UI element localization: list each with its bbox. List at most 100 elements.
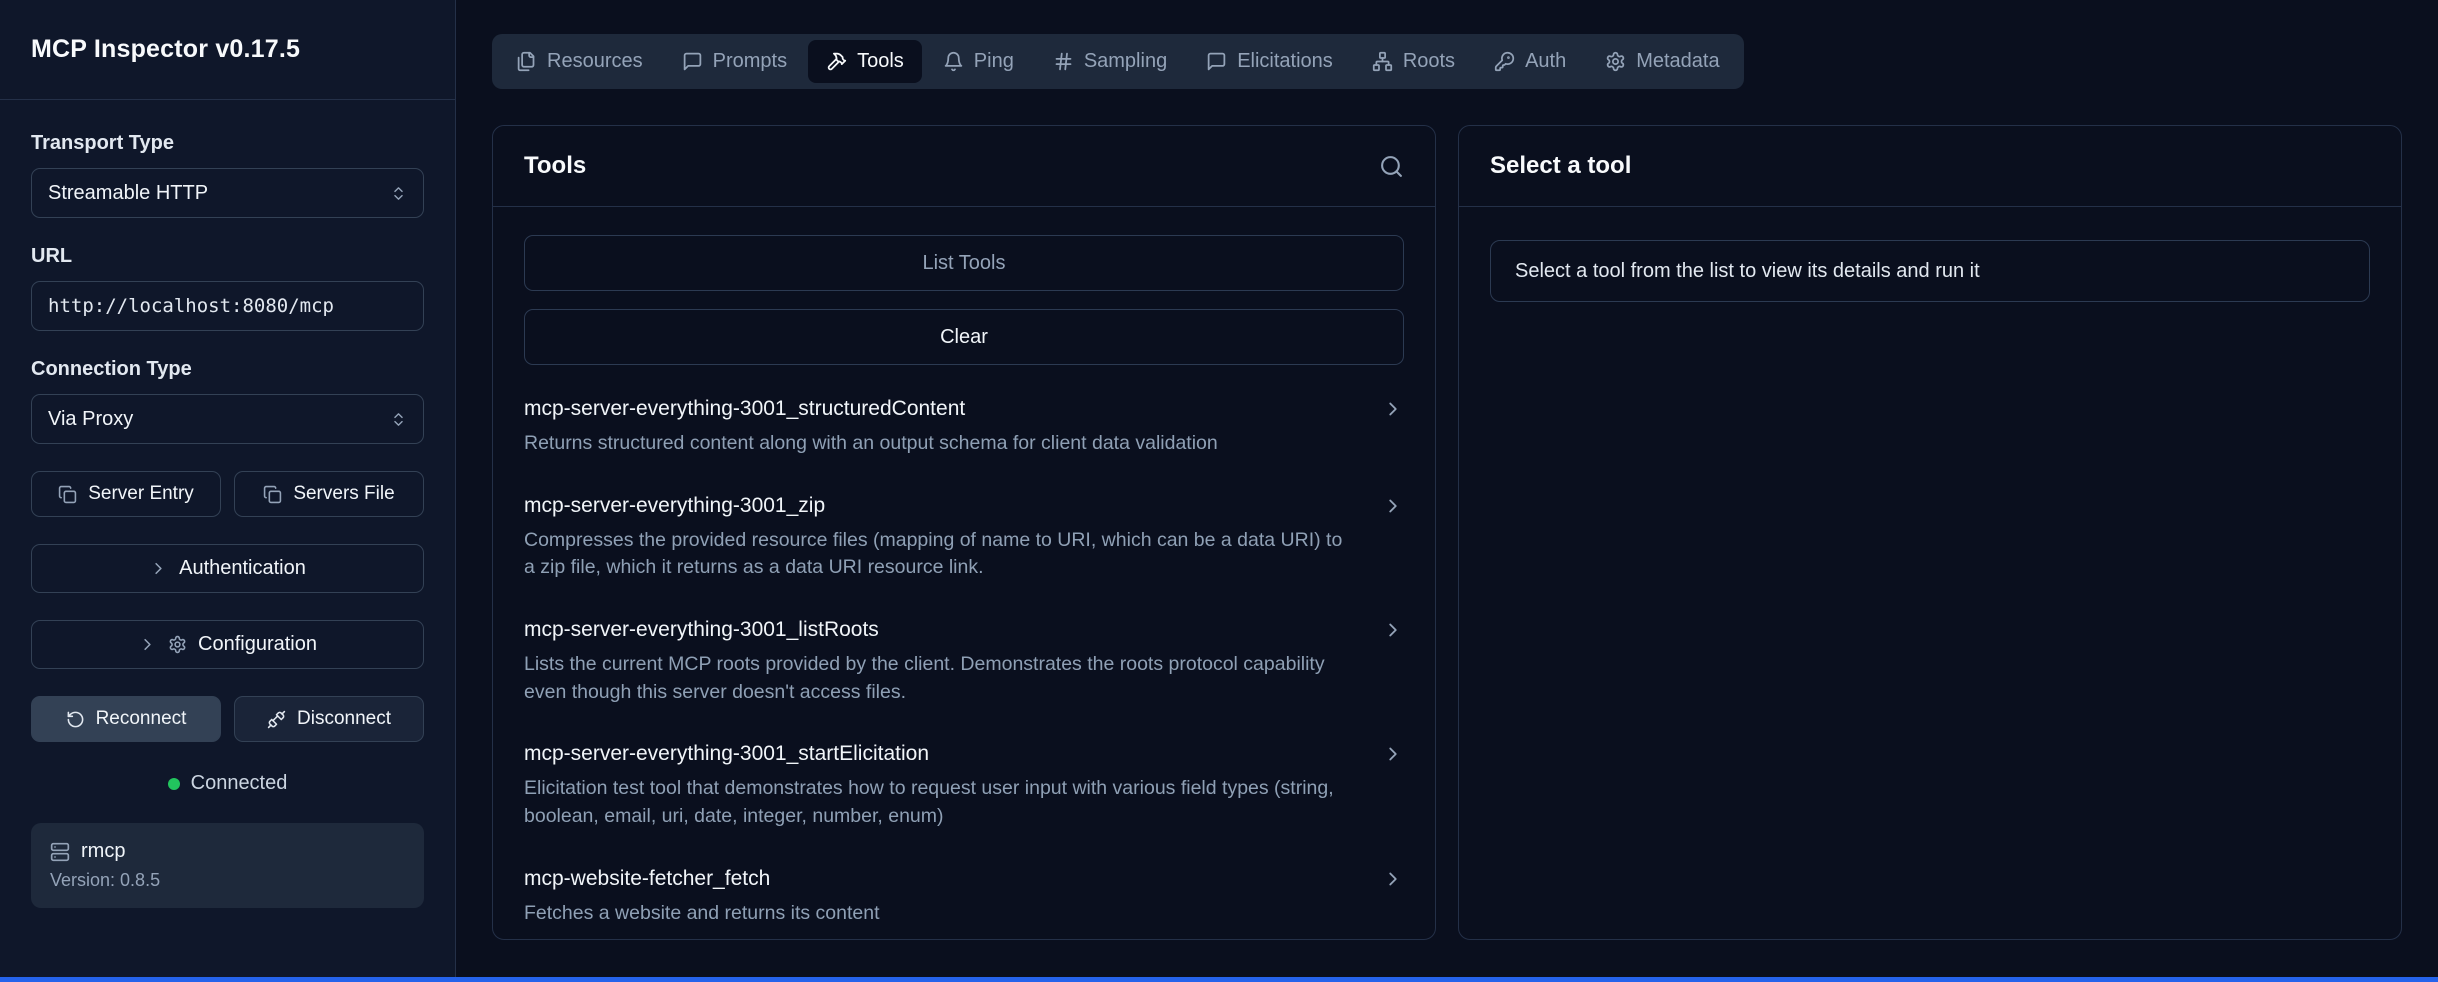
chevron-right-icon [1382,619,1404,641]
connection-type-select[interactable]: Via Proxy [31,394,424,444]
list-tools-button[interactable]: List Tools [524,235,1404,291]
message-square-icon [682,51,703,72]
tool-detail-body: Select a tool from the list to view its … [1459,207,2401,330]
gear-icon [168,635,187,654]
tool-detail-header: Select a tool [1459,126,2401,207]
connection-status-label: Connected [191,772,288,795]
tool-list-item[interactable]: mcp-server-everything-3001_startElicitat… [524,724,1404,848]
authentication-toggle[interactable]: Authentication [31,544,424,593]
unplug-icon [267,710,286,729]
connected-dot-icon [168,778,180,790]
tool-list-item[interactable]: mcp-website-fetcher_fetch Fetches a webs… [524,849,1404,939]
tab-label: Ping [974,50,1014,73]
tab-label: Tools [857,50,904,73]
configuration-label: Configuration [198,633,317,656]
tool-list-item[interactable]: mcp-server-everything-3001_structuredCon… [524,379,1404,476]
tool-description: Elicitation test tool that demonstrates … [524,775,1348,830]
reconnect-button[interactable]: Reconnect [31,696,221,742]
tool-name: mcp-website-fetcher_fetch [524,867,1348,891]
server-info-card: rmcp Version: 0.8.5 [31,823,424,908]
url-input[interactable] [31,281,424,331]
disconnect-label: Disconnect [297,708,391,730]
chevron-right-icon [1382,398,1404,420]
tool-description: Lists the current MCP roots provided by … [524,651,1348,706]
sidebar: MCP Inspector v0.17.5 Transport Type Str… [0,0,456,982]
sidebar-header: MCP Inspector v0.17.5 [0,0,455,100]
transport-type-group: Transport Type Streamable HTTP [31,132,424,218]
tab-bar: Resources Prompts Tools Ping Sampling El… [492,34,1744,89]
chevrons-up-down-icon [390,185,407,202]
export-buttons-row: Server Entry Servers File [31,471,424,517]
connection-status: Connected [31,772,424,795]
main-area: Resources Prompts Tools Ping Sampling El… [456,0,2438,982]
tool-name: mcp-server-everything-3001_zip [524,494,1348,518]
servers-file-label: Servers File [293,483,394,505]
tab-tools[interactable]: Tools [808,40,922,83]
server-name-row: rmcp [50,840,405,863]
authentication-label: Authentication [179,557,306,580]
configuration-toggle[interactable]: Configuration [31,620,424,669]
tool-text: mcp-server-everything-3001_listRoots Lis… [524,618,1382,706]
files-icon [516,51,537,72]
tab-metadata[interactable]: Metadata [1587,40,1737,83]
chevron-right-icon [1382,495,1404,517]
disconnect-button[interactable]: Disconnect [234,696,424,742]
gear-icon [1605,51,1626,72]
tab-ping[interactable]: Ping [925,40,1032,83]
tools-panel-title: Tools [524,152,586,180]
tool-detail-placeholder: Select a tool from the list to view its … [1490,240,2370,302]
copy-icon [58,485,77,504]
server-name: rmcp [81,840,125,863]
tab-label: Sampling [1084,50,1167,73]
bottom-accent-bar [0,977,2438,982]
content-panels: Tools List Tools Clear mcp-server-everyt… [492,125,2402,940]
tab-auth[interactable]: Auth [1476,40,1584,83]
transport-type-label: Transport Type [31,132,424,155]
server-entry-button[interactable]: Server Entry [31,471,221,517]
connection-buttons-row: Reconnect Disconnect [31,696,424,742]
search-icon[interactable] [1379,154,1404,179]
tab-prompts[interactable]: Prompts [664,40,805,83]
servers-file-button[interactable]: Servers File [234,471,424,517]
tool-description: Compresses the provided resource files (… [524,527,1348,582]
connection-type-value: Via Proxy [48,408,133,431]
chevron-right-icon [1382,868,1404,890]
transport-type-select[interactable]: Streamable HTTP [31,168,424,218]
server-icon [50,842,70,862]
hash-icon [1053,51,1074,72]
tab-roots[interactable]: Roots [1354,40,1473,83]
tool-description: Returns structured content along with an… [524,430,1348,458]
tab-label: Metadata [1636,50,1719,73]
url-label: URL [31,245,424,268]
tool-text: mcp-website-fetcher_fetch Fetches a webs… [524,867,1382,928]
key-icon [1494,51,1515,72]
tab-sampling[interactable]: Sampling [1035,40,1185,83]
bell-icon [943,51,964,72]
hammer-icon [826,51,847,72]
tab-label: Resources [547,50,643,73]
tool-name: mcp-server-everything-3001_startElicitat… [524,742,1348,766]
tool-detail-title: Select a tool [1490,152,1631,180]
tools-panel: Tools List Tools Clear mcp-server-everyt… [492,125,1436,940]
tool-text: mcp-server-everything-3001_structuredCon… [524,397,1382,458]
server-version: Version: 0.8.5 [50,870,405,891]
tab-label: Roots [1403,50,1455,73]
tool-list: mcp-server-everything-3001_structuredCon… [524,379,1404,939]
tab-label: Auth [1525,50,1566,73]
tools-panel-header: Tools [493,126,1435,207]
url-group: URL [31,245,424,331]
tool-list-item[interactable]: mcp-server-everything-3001_zip Compresse… [524,476,1404,600]
tool-text: mcp-server-everything-3001_startElicitat… [524,742,1382,830]
transport-type-value: Streamable HTTP [48,182,208,205]
tool-name: mcp-server-everything-3001_structuredCon… [524,397,1348,421]
tool-list-item[interactable]: mcp-server-everything-3001_listRoots Lis… [524,600,1404,724]
chevron-right-icon [1382,743,1404,765]
tool-text: mcp-server-everything-3001_zip Compresse… [524,494,1382,582]
app-title: MCP Inspector v0.17.5 [31,35,300,64]
tab-resources[interactable]: Resources [498,40,661,83]
clear-button[interactable]: Clear [524,309,1404,365]
tab-elicitations[interactable]: Elicitations [1188,40,1351,83]
server-entry-label: Server Entry [88,483,194,505]
mcp-inspector-app: MCP Inspector v0.17.5 Transport Type Str… [0,0,2438,982]
tool-name: mcp-server-everything-3001_listRoots [524,618,1348,642]
